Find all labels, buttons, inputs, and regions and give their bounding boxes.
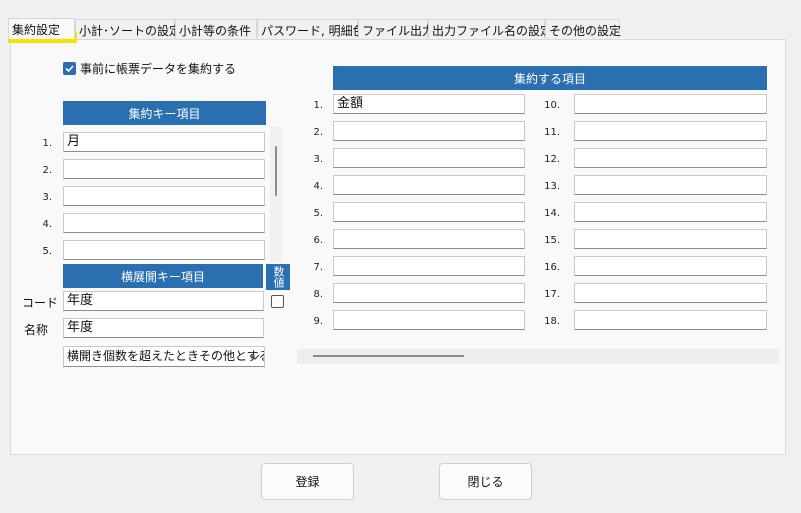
item-field-17[interactable] — [574, 283, 767, 303]
name-field[interactable]: 年度 — [63, 318, 264, 338]
item-field-15[interactable] — [574, 229, 767, 249]
key-field-1[interactable]: 月 — [63, 132, 265, 152]
item-row-number: 4. — [313, 181, 323, 192]
overflow-option-value: 横開き個数を超えたときその他とする — [67, 349, 265, 363]
tab-password-color[interactable]: パスワード, 明細色 — [257, 19, 365, 38]
tab-subtotal-sort[interactable]: 小計･ソートの設定 — [75, 19, 181, 38]
code-label: コード — [22, 296, 59, 310]
item-row-number: 16. — [544, 262, 560, 273]
aggregate-items-header: 集約する項目 — [333, 66, 767, 90]
item-row-number: 10. — [544, 100, 560, 111]
pre-aggregate-label: 事前に帳票データを集約する — [80, 62, 237, 76]
tab-file-output[interactable]: ファイル出力 — [358, 19, 434, 38]
key-list-scrollbar-thumb[interactable] — [275, 146, 277, 196]
item-field-1[interactable]: 金額 — [333, 94, 525, 114]
items-horizontal-scrollbar-thumb[interactable] — [313, 355, 464, 357]
numeric-header: 数値 — [266, 264, 290, 290]
item-row-number: 7. — [313, 262, 323, 273]
item-field-11[interactable] — [574, 121, 767, 141]
item-field-16[interactable] — [574, 256, 767, 276]
item-field-6[interactable] — [333, 229, 525, 249]
aggregate-key-header: 集約キー項目 — [63, 101, 266, 125]
item-field-8[interactable] — [333, 283, 525, 303]
tab-aggregate-settings[interactable]: 集約設定 — [8, 18, 75, 39]
item-field-7[interactable] — [333, 256, 525, 276]
key-row-number: 4. — [42, 219, 52, 230]
item-row-number: 15. — [544, 235, 560, 246]
item-row-number: 2. — [313, 127, 323, 138]
item-row-number: 17. — [544, 289, 560, 300]
key-field-4[interactable] — [63, 213, 265, 233]
item-field-2[interactable] — [333, 121, 525, 141]
tab-other-settings[interactable]: その他の設定 — [545, 19, 621, 38]
tab-subtotal-conditions[interactable]: 小計等の条件 — [175, 19, 257, 38]
item-row-number: 12. — [544, 154, 560, 165]
key-row-number: 2. — [42, 165, 52, 176]
overflow-option-select[interactable]: 横開き個数を超えたときその他とする — [63, 346, 265, 367]
check-icon — [65, 65, 74, 73]
chevron-down-icon — [250, 354, 260, 360]
register-button[interactable]: 登録 — [261, 463, 354, 500]
item-field-13[interactable] — [574, 175, 767, 195]
item-field-3[interactable] — [333, 148, 525, 168]
item-field-18[interactable] — [574, 310, 767, 330]
horizontal-key-header: 横展開キー項目 — [63, 264, 263, 288]
key-row-number: 3. — [42, 192, 52, 203]
code-field[interactable]: 年度 — [63, 291, 264, 311]
item-row-number: 8. — [313, 289, 323, 300]
item-row-number: 11. — [544, 127, 560, 138]
item-row-number: 14. — [544, 208, 560, 219]
item-field-10[interactable] — [574, 94, 767, 114]
numeric-checkbox[interactable] — [271, 295, 284, 308]
item-row-number: 13. — [544, 181, 560, 192]
name-label: 名称 — [24, 323, 49, 337]
item-field-9[interactable] — [333, 310, 525, 330]
item-row-number: 3. — [313, 154, 323, 165]
key-field-5[interactable] — [63, 240, 265, 260]
item-row-number: 5. — [313, 208, 323, 219]
item-field-4[interactable] — [333, 175, 525, 195]
item-row-number: 1. — [313, 100, 323, 111]
key-row-number: 1. — [42, 138, 52, 149]
pre-aggregate-checkbox[interactable] — [63, 62, 76, 75]
item-row-number: 6. — [313, 235, 323, 246]
item-field-5[interactable] — [333, 202, 525, 222]
item-field-12[interactable] — [574, 148, 767, 168]
key-field-2[interactable] — [63, 159, 265, 179]
close-button[interactable]: 閉じる — [439, 463, 532, 500]
item-field-14[interactable] — [574, 202, 767, 222]
tab-output-filename[interactable]: 出力ファイル名の設定 — [428, 19, 552, 38]
key-field-3[interactable] — [63, 186, 265, 206]
key-row-number: 5. — [42, 246, 52, 257]
item-row-number: 9. — [313, 316, 323, 327]
item-row-number: 18. — [544, 316, 560, 327]
